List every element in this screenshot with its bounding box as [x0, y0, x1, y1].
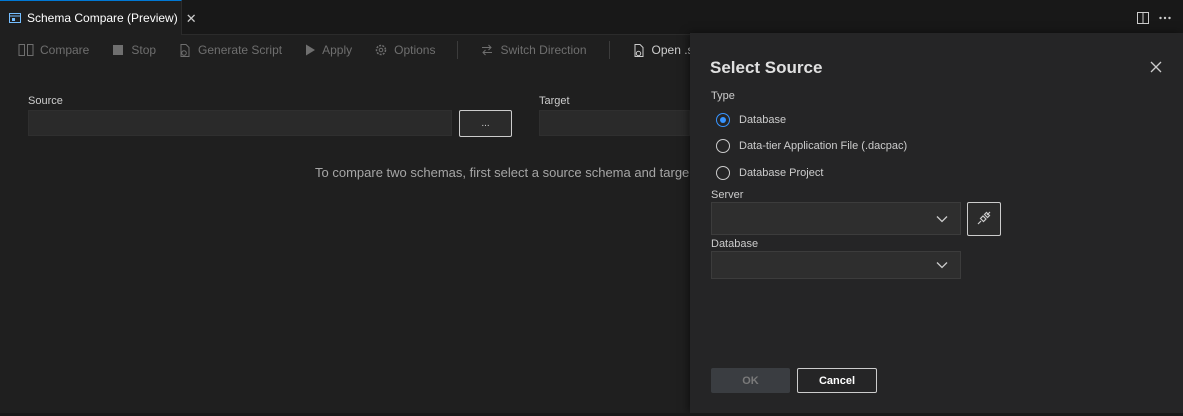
stop-icon [111, 43, 125, 57]
toolbar-divider [608, 41, 610, 59]
compare-button[interactable]: Compare [18, 43, 89, 57]
switch-direction-icon [480, 43, 494, 57]
options-label: Options [394, 43, 436, 57]
empty-state-hint: To compare two schemas, first select a s… [315, 165, 690, 180]
split-editor-icon[interactable] [1137, 11, 1149, 24]
tab-actions [1137, 0, 1171, 35]
chevron-down-icon [936, 261, 948, 269]
cancel-button[interactable]: Cancel [797, 368, 877, 393]
apply-icon [304, 43, 316, 57]
ok-button[interactable]: OK [711, 368, 790, 393]
select-source-dialog: Select Source Type Database Data-tier Ap… [690, 33, 1183, 413]
switch-direction-button[interactable]: Switch Direction [480, 43, 587, 57]
compare-label: Compare [40, 43, 90, 57]
more-actions-icon[interactable] [1159, 16, 1171, 20]
open-scmp-button[interactable]: Open .s [632, 43, 694, 58]
radio-label: Database Project [739, 167, 824, 179]
generate-script-icon [178, 43, 192, 58]
editor-tab-bar: Schema Compare (Preview) ✕ [0, 0, 1183, 35]
plug-icon [975, 209, 993, 230]
tab-close-icon[interactable]: ✕ [186, 12, 197, 25]
chevron-down-icon [936, 215, 948, 223]
tab-schema-compare[interactable]: Schema Compare (Preview) ✕ [0, 0, 197, 35]
close-icon[interactable] [1147, 58, 1165, 76]
tab-title: Schema Compare (Preview) [27, 11, 178, 25]
stop-label: Stop [131, 43, 157, 57]
server-label: Server [711, 189, 744, 201]
radio-button[interactable] [716, 139, 730, 153]
target-label: Target [539, 95, 570, 107]
type-label: Type [711, 90, 735, 102]
database-dropdown[interactable] [711, 251, 961, 279]
connect-button[interactable] [967, 202, 1001, 236]
compare-icon [18, 43, 34, 57]
generate-script-label: Generate Script [198, 43, 283, 57]
toolbar-divider [457, 41, 459, 59]
server-dropdown[interactable] [711, 202, 961, 235]
stop-button[interactable]: Stop [111, 43, 156, 57]
radio-dacpac[interactable]: Data-tier Application File (.dacpac) [716, 139, 907, 153]
open-label: Open .s [651, 43, 694, 57]
target-field[interactable] [539, 110, 690, 136]
generate-script-button[interactable]: Generate Script [178, 43, 282, 58]
radio-label: Database [739, 114, 787, 126]
switch-direction-label: Switch Direction [500, 43, 587, 57]
browse-source-button[interactable]: ... [459, 110, 512, 137]
radio-button[interactable] [716, 166, 730, 180]
gear-icon [374, 43, 388, 57]
open-file-icon [632, 43, 646, 58]
schema-compare-icon [8, 11, 22, 25]
source-field[interactable] [28, 110, 452, 136]
apply-label: Apply [322, 43, 353, 57]
radio-button[interactable] [716, 113, 730, 127]
options-button[interactable]: Options [374, 43, 435, 57]
schema-compare-toolbar: Compare Stop Generate Script Apply Optio… [0, 36, 716, 64]
database-label: Database [711, 238, 759, 250]
source-label: Source [28, 95, 63, 107]
radio-label: Data-tier Application File (.dacpac) [739, 140, 908, 152]
radio-database[interactable]: Database [716, 113, 786, 127]
radio-database-project[interactable]: Database Project [716, 166, 823, 180]
dialog-title: Select Source [710, 58, 823, 77]
apply-button[interactable]: Apply [304, 43, 352, 57]
